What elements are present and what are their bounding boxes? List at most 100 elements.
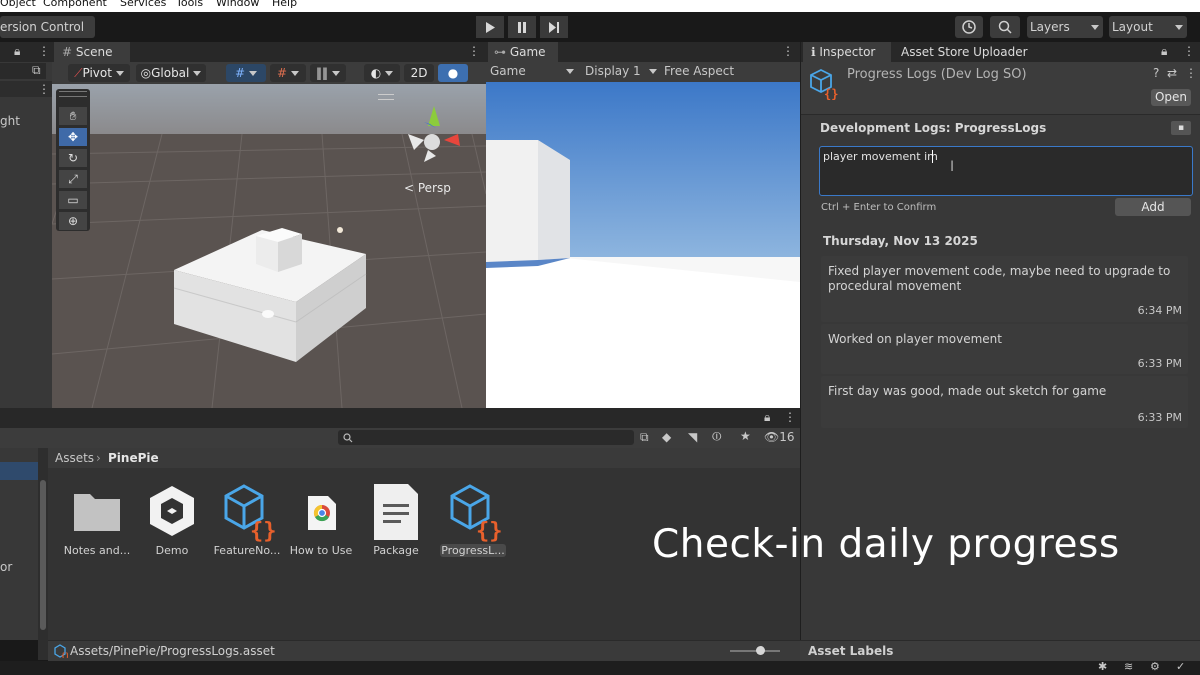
asset-item[interactable]: {} FeatureNo... bbox=[212, 482, 282, 562]
menu-help[interactable]: Help bbox=[272, 0, 297, 9]
help-icon[interactable]: ? bbox=[1153, 66, 1159, 80]
pause-button[interactable] bbox=[508, 16, 536, 38]
tab-scene-label: Scene bbox=[75, 45, 113, 59]
layout-dropdown[interactable]: Layout bbox=[1109, 16, 1187, 38]
scene-tools-palette: ✋︎ ✥ ↻ ⤢ ▭ ⊕ bbox=[56, 89, 90, 231]
overlay-menu-icon[interactable] bbox=[378, 94, 394, 100]
grid-snap-button[interactable]: # bbox=[226, 64, 266, 82]
debug-icon[interactable]: ✱ bbox=[1098, 660, 1107, 673]
more-icon[interactable]: ⋮ bbox=[1183, 44, 1195, 58]
game-viewport[interactable] bbox=[486, 82, 800, 408]
menu-services[interactable]: Services bbox=[120, 0, 166, 9]
lock-icon[interactable]: 🔒︎ bbox=[14, 44, 20, 59]
chevron-down-icon bbox=[115, 71, 124, 76]
search-icon bbox=[998, 20, 1012, 34]
history-button[interactable] bbox=[955, 16, 983, 38]
lock-icon[interactable]: 🔒︎ bbox=[764, 410, 770, 425]
tab-asset-store-uploader[interactable]: Asset Store Uploader bbox=[901, 42, 1041, 62]
scene-viewport[interactable]: ✋︎ ✥ ↻ ⤢ ▭ ⊕ < Persp bbox=[52, 84, 486, 408]
gamepad-icon: ⊶ bbox=[494, 45, 506, 59]
game-view-dropdown[interactable]: Game bbox=[490, 64, 574, 80]
log-entry-input[interactable]: player movement im I bbox=[819, 146, 1193, 196]
more-icon[interactable]: ⋮ bbox=[468, 44, 480, 58]
hand-tool-icon[interactable]: ✋︎ bbox=[59, 107, 87, 125]
add-button[interactable]: Add bbox=[1115, 198, 1191, 216]
save-icon[interactable]: ▪ bbox=[1171, 121, 1191, 135]
breadcrumb-pinepie[interactable]: PinePie bbox=[108, 451, 159, 465]
scrollbar-thumb[interactable] bbox=[40, 480, 46, 630]
mode-2d-button[interactable]: 2D bbox=[404, 64, 434, 82]
project-tree-item-label[interactable]: or bbox=[0, 560, 12, 574]
more-icon[interactable]: ⋮ bbox=[782, 44, 794, 58]
lightbulb-icon: ● bbox=[447, 66, 459, 80]
version-control-dropdown[interactable]: ersion Control bbox=[0, 16, 95, 52]
move-tool-icon[interactable]: ✥ bbox=[59, 128, 87, 146]
step-button[interactable] bbox=[540, 16, 568, 38]
rotate-tool-icon[interactable]: ↻ bbox=[59, 149, 87, 167]
pivot-dropdown[interactable]: ⟋Pivot bbox=[68, 64, 130, 82]
hidden-packages-icon[interactable]: 👁︎16 bbox=[764, 430, 795, 444]
asset-item[interactable]: Notes and... bbox=[62, 482, 132, 562]
more-icon[interactable]: ⋮ bbox=[784, 410, 796, 424]
breadcrumb-assets[interactable]: Assets bbox=[55, 451, 94, 465]
menu-tools[interactable]: Tools bbox=[176, 0, 203, 9]
filter-type-icon[interactable]: ◆ bbox=[662, 430, 671, 444]
cache-icon[interactable]: ≋ bbox=[1124, 660, 1133, 673]
asset-label: Notes and... bbox=[63, 544, 131, 557]
display-dropdown[interactable]: Display 1 bbox=[585, 64, 657, 80]
project-tree-selected-item[interactable] bbox=[0, 462, 38, 480]
draw-mode-dropdown[interactable]: ◐ bbox=[364, 64, 400, 82]
log-entry[interactable]: Worked on player movement 6:33 PM bbox=[821, 324, 1188, 374]
aspect-dropdown[interactable]: Free Aspect bbox=[664, 64, 764, 80]
log-entry[interactable]: First day was good, made out sketch for … bbox=[821, 376, 1188, 428]
menu-component[interactable]: Component bbox=[43, 0, 107, 9]
search-button[interactable] bbox=[990, 16, 1020, 38]
global-dropdown[interactable]: ◎Global bbox=[136, 64, 206, 82]
open-button[interactable]: Open bbox=[1151, 89, 1191, 106]
icon-size-slider[interactable] bbox=[730, 650, 780, 652]
search-by-type-icon[interactable]: ⧉ bbox=[640, 430, 649, 445]
hierarchy-item-label[interactable]: ght bbox=[0, 114, 20, 128]
asset-item[interactable]: Demo bbox=[137, 482, 207, 562]
rect-tool-icon[interactable]: ▭ bbox=[59, 191, 87, 209]
tab-game[interactable]: ⊶ Game bbox=[488, 42, 558, 62]
layers-dropdown[interactable]: Layers bbox=[1027, 16, 1103, 38]
menu-window[interactable]: Window bbox=[216, 0, 259, 9]
gizmo-toggle[interactable]: ‖‖ bbox=[310, 64, 346, 82]
play-button[interactable] bbox=[476, 16, 504, 38]
more-icon[interactable]: ⋮ bbox=[38, 82, 50, 96]
label-icon[interactable]: ◥ bbox=[688, 430, 697, 444]
chevron-down-icon bbox=[649, 69, 657, 74]
tab-scene[interactable]: # Scene bbox=[54, 42, 130, 62]
project-search-input[interactable] bbox=[338, 430, 634, 445]
increment-snap-button[interactable]: # bbox=[270, 64, 306, 82]
project-scrollbar[interactable] bbox=[38, 448, 48, 660]
presets-icon[interactable]: ⇄ bbox=[1167, 66, 1177, 80]
menu-object[interactable]: Object bbox=[0, 0, 36, 9]
lock-icon[interactable]: 🔒︎ bbox=[1161, 44, 1167, 59]
tab-inspector[interactable]: ℹ Inspector bbox=[803, 42, 891, 62]
warning-filter-icon[interactable]: ⏼ bbox=[712, 429, 722, 444]
info-icon: ℹ bbox=[811, 45, 816, 59]
network-icon[interactable]: ⚙ bbox=[1150, 660, 1160, 673]
slider-thumb[interactable] bbox=[756, 646, 765, 655]
asset-item[interactable]: Package bbox=[361, 482, 431, 562]
transform-tool-icon[interactable]: ⊕ bbox=[59, 212, 87, 230]
tab-inspector-label: Inspector bbox=[819, 45, 876, 59]
asset-labels-bar[interactable]: Asset Labels bbox=[800, 640, 1200, 662]
more-icon[interactable]: ⋮ bbox=[1185, 66, 1197, 80]
asset-item[interactable]: How to Use bbox=[286, 482, 356, 562]
scale-tool-icon[interactable]: ⤢ bbox=[59, 170, 87, 188]
add-icon[interactable]: ⧉ bbox=[32, 63, 41, 78]
asset-label: Demo bbox=[155, 544, 189, 557]
lighting-toggle[interactable]: ● bbox=[438, 64, 468, 82]
more-icon[interactable]: ⋮ bbox=[38, 44, 50, 58]
perspective-label[interactable]: < Persp bbox=[404, 181, 451, 195]
check-icon[interactable]: ✓ bbox=[1176, 660, 1185, 673]
chevron-down-icon bbox=[332, 71, 340, 76]
log-entry-text: First day was good, made out sketch for … bbox=[828, 384, 1107, 398]
log-entry[interactable]: Fixed player movement code, maybe need t… bbox=[821, 256, 1188, 322]
favorite-icon[interactable]: ★ bbox=[740, 429, 751, 443]
asset-item[interactable]: {} ProgressL... bbox=[438, 482, 508, 562]
drag-handle-icon[interactable] bbox=[59, 91, 87, 97]
